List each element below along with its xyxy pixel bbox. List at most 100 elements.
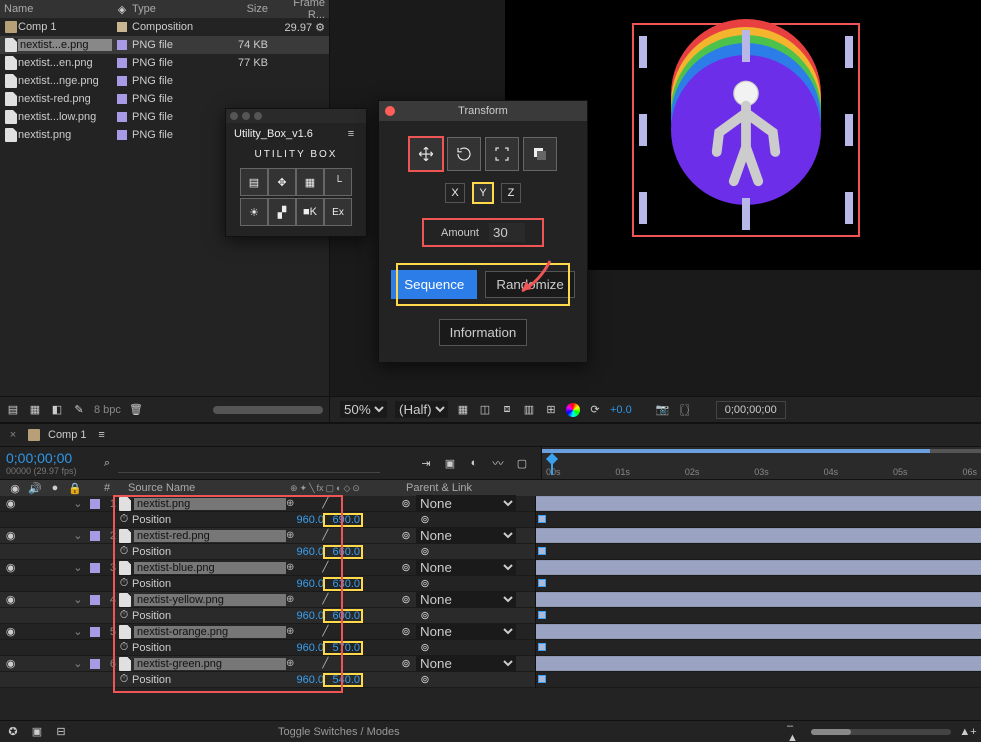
track-layer[interactable]: [536, 592, 981, 608]
toggle-switches[interactable]: Toggle Switches / Modes: [278, 726, 400, 738]
exposure-value[interactable]: +0.0: [610, 404, 632, 416]
track-property[interactable]: [536, 608, 981, 624]
layer-name[interactable]: nextist.png: [134, 498, 286, 510]
layer-name[interactable]: nextist-yellow.png: [134, 594, 286, 606]
chevron-down-icon[interactable]: ⌄: [71, 529, 84, 543]
axis-z[interactable]: Z: [501, 183, 521, 203]
timeline-tab[interactable]: Comp 1: [48, 429, 87, 441]
keyframe[interactable]: [538, 579, 546, 587]
layer-color[interactable]: [90, 499, 100, 509]
parent-select[interactable]: None: [416, 559, 516, 576]
layer-property-row[interactable]: ⏱Position960.0630.0⊚: [0, 576, 535, 592]
close-icon[interactable]: [230, 112, 238, 120]
new-folder-icon[interactable]: ▦: [28, 403, 42, 417]
pickwhip-icon[interactable]: ⊚: [396, 593, 416, 607]
track-property[interactable]: [536, 640, 981, 656]
col-number[interactable]: #: [104, 482, 120, 494]
mblur-icon[interactable]: ◐: [467, 456, 481, 470]
chevron-down-icon[interactable]: ⌄: [71, 657, 84, 671]
layer-switches[interactable]: ⊕╱: [286, 530, 396, 541]
pickwhip-icon[interactable]: ⊚: [396, 561, 416, 575]
pos-x[interactable]: 960.0: [286, 578, 324, 590]
layer-color[interactable]: [90, 563, 100, 573]
eye-toggle[interactable]: ◉: [4, 561, 17, 575]
time-ruler[interactable]: 00s01s02s03s04s05s06s: [541, 447, 981, 479]
sun-icon[interactable]: ☀: [240, 198, 268, 226]
preview-range-icon[interactable]: 〖〗: [678, 403, 692, 417]
col-type[interactable]: Type: [132, 3, 220, 15]
layer-color[interactable]: [90, 659, 100, 669]
rotate-icon[interactable]: [447, 137, 481, 171]
chevron-down-icon[interactable]: ⌄: [71, 625, 84, 639]
pos-x[interactable]: 960.0: [286, 514, 324, 526]
layer-row[interactable]: ◉⌄1nextist.png⊕╱⊚None: [0, 496, 535, 512]
pickwhip-icon[interactable]: ⊚: [415, 545, 435, 559]
playhead[interactable]: [546, 453, 558, 475]
zoom-in-icon[interactable]: ▲+: [961, 725, 975, 739]
stopwatch-icon[interactable]: ⏱: [116, 641, 132, 655]
eye-icon[interactable]: ◉: [8, 481, 22, 495]
stopwatch-icon[interactable]: ⏱: [116, 609, 132, 623]
move-icon[interactable]: [409, 137, 443, 171]
layers-icon[interactable]: [523, 137, 557, 171]
layer-property-row[interactable]: ⏱Position960.0540.0⊚: [0, 672, 535, 688]
pos-y[interactable]: 630.0: [324, 578, 362, 590]
ex-icon[interactable]: Ex: [324, 198, 352, 226]
eye-toggle[interactable]: ◉: [4, 625, 17, 639]
parent-select[interactable]: None: [416, 623, 516, 640]
layer-switches[interactable]: ⊕╱: [286, 658, 396, 669]
layer-name[interactable]: nextist-green.png: [134, 658, 286, 670]
wand-icon[interactable]: ✎: [72, 403, 86, 417]
pixel-icon[interactable]: ▥: [522, 403, 536, 417]
layer-switches[interactable]: ⊕╱: [286, 594, 396, 605]
pos-y[interactable]: 690.0: [324, 514, 362, 526]
information-button[interactable]: Information: [439, 319, 528, 346]
layer-name[interactable]: nextist-blue.png: [134, 562, 286, 574]
layer-bar[interactable]: [536, 561, 981, 574]
eye-toggle[interactable]: ◉: [4, 529, 17, 543]
col-size[interactable]: Size: [220, 3, 274, 15]
track-layer[interactable]: [536, 656, 981, 672]
layer-bar[interactable]: [536, 497, 981, 510]
interpret-icon[interactable]: ▤: [6, 403, 20, 417]
zoom-select[interactable]: 50%: [340, 401, 387, 418]
camera-icon[interactable]: ■K: [296, 198, 324, 226]
zoom-out-2-icon[interactable]: –▲: [787, 725, 801, 739]
corner-icon[interactable]: └: [324, 168, 352, 196]
pos-y[interactable]: 600.0: [324, 610, 362, 622]
snap-icon[interactable]: ✥: [268, 168, 296, 196]
layer-bar[interactable]: [536, 657, 981, 670]
trash-icon[interactable]: 🗑: [129, 403, 143, 417]
search-icon[interactable]: ⌕: [100, 456, 114, 470]
layer-property-row[interactable]: ⏱Position960.0570.0⊚: [0, 640, 535, 656]
parent-select[interactable]: None: [416, 527, 516, 544]
pos-x[interactable]: 960.0: [286, 610, 324, 622]
layer-row[interactable]: ◉⌄4nextist-yellow.png⊕╱⊚None: [0, 592, 535, 608]
parent-select[interactable]: None: [416, 655, 516, 672]
layer-name[interactable]: nextist-red.png: [134, 530, 286, 542]
layer-property-row[interactable]: ⏱Position960.0660.0⊚: [0, 544, 535, 560]
stopwatch-icon[interactable]: ⏱: [116, 673, 132, 687]
track-property[interactable]: [536, 672, 981, 688]
solo-icon[interactable]: ●: [48, 481, 62, 495]
grid9-icon[interactable]: ▦: [296, 168, 324, 196]
tag-icon[interactable]: ◈: [112, 2, 132, 16]
graph-icon[interactable]: 〰: [491, 456, 505, 470]
stopwatch-icon[interactable]: ⏱: [116, 577, 132, 591]
flowchart-icon[interactable]: ⚙: [315, 22, 325, 34]
sequence-button[interactable]: Sequence: [391, 270, 477, 299]
keyframe[interactable]: [538, 675, 546, 683]
project-scroll[interactable]: [213, 406, 323, 414]
close-red-icon[interactable]: [385, 106, 395, 116]
track-property[interactable]: [536, 544, 981, 560]
pickwhip-icon[interactable]: ⊚: [396, 529, 416, 543]
viewer-timecode[interactable]: 0;00;00;00: [716, 401, 786, 419]
col-source[interactable]: Source Name: [120, 482, 290, 494]
track-layer[interactable]: [536, 528, 981, 544]
pos-y[interactable]: 660.0: [324, 546, 362, 558]
zoom-out-icon[interactable]: ⊟: [54, 725, 68, 739]
eye-toggle[interactable]: ◉: [4, 657, 17, 671]
eye-toggle[interactable]: ◉: [4, 497, 17, 511]
close-icon[interactable]: ×: [6, 428, 20, 442]
mask-icon[interactable]: ◫: [478, 403, 492, 417]
